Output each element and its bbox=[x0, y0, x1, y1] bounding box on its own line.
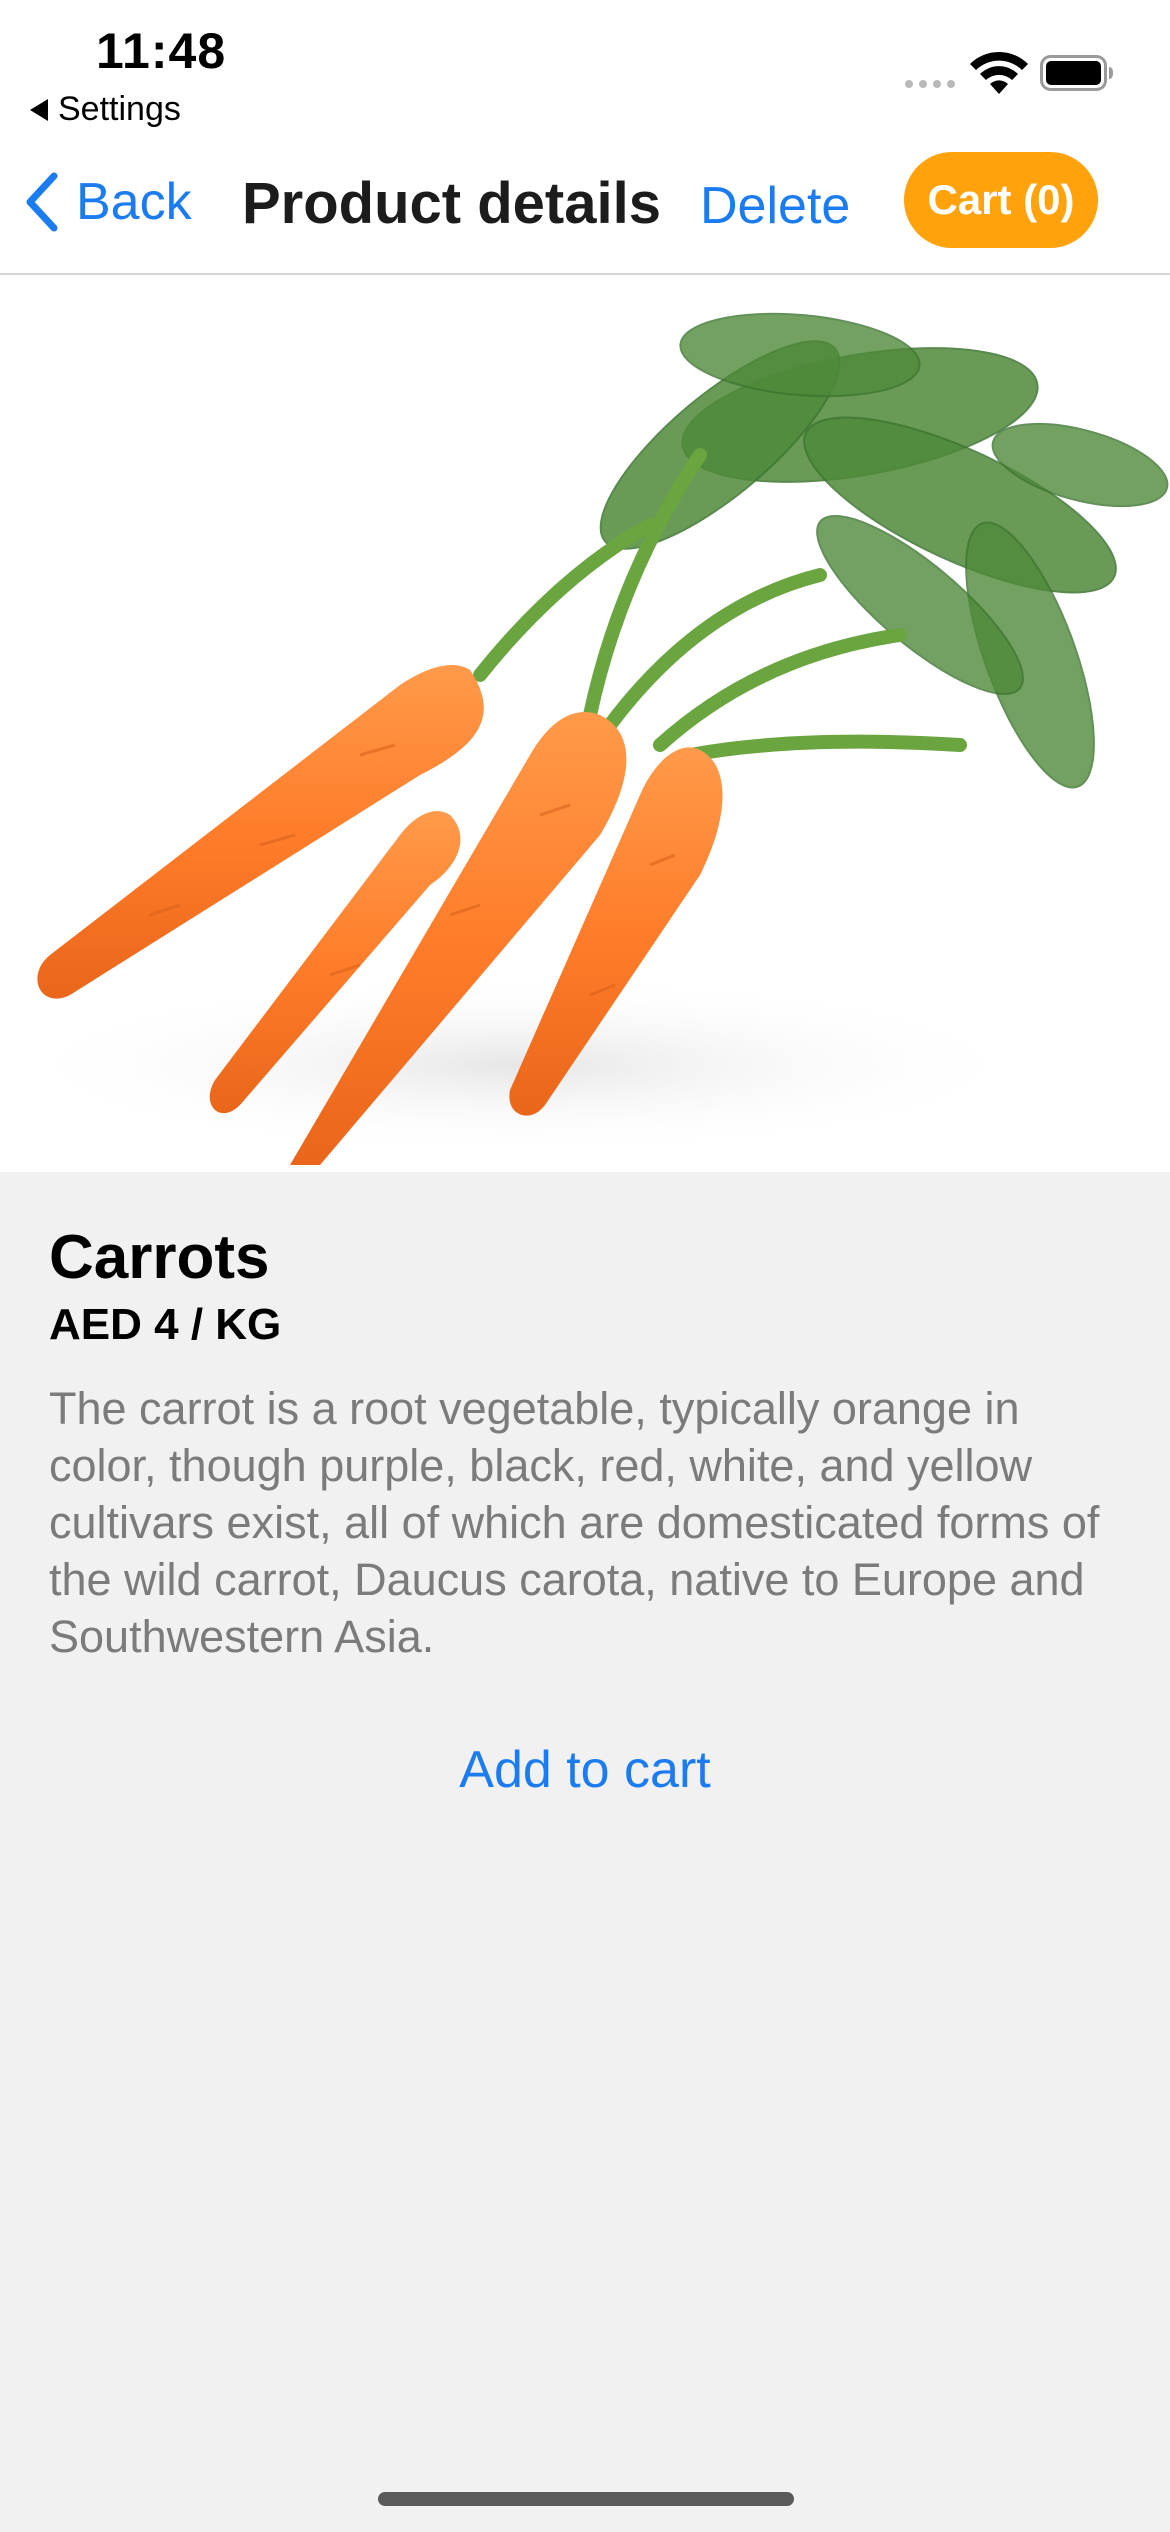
product-name: Carrots bbox=[49, 1223, 270, 1292]
carrots-image bbox=[0, 275, 1170, 1172]
delete-button[interactable]: Delete bbox=[700, 176, 850, 236]
battery-icon bbox=[1040, 55, 1113, 91]
product-details-screen: 11:48 Settings Back Product details Dele… bbox=[0, 0, 1170, 2532]
back-triangle-icon bbox=[30, 98, 48, 121]
page-title: Product details bbox=[242, 171, 661, 236]
product-description: The carrot is a root vegetable, typicall… bbox=[49, 1383, 1100, 1662]
return-app-label: Settings bbox=[58, 90, 181, 128]
chevron-left-icon bbox=[26, 172, 58, 232]
return-to-settings-link[interactable]: Settings bbox=[30, 90, 181, 129]
product-price: AED 4 / KG bbox=[49, 1300, 282, 1349]
status-time: 11:48 bbox=[96, 23, 227, 79]
home-indicator[interactable] bbox=[378, 2492, 794, 2506]
status-bar: 11:48 Settings bbox=[0, 0, 1170, 140]
add-to-cart-button[interactable]: Add to cart bbox=[0, 1740, 1170, 1800]
navigation-bar: Back Product details Delete Cart (0) bbox=[0, 140, 1170, 275]
product-image bbox=[0, 275, 1170, 1172]
back-button[interactable]: Back bbox=[24, 172, 192, 232]
cart-button[interactable]: Cart (0) bbox=[904, 152, 1098, 248]
cellular-signal-icon bbox=[905, 80, 955, 88]
back-button-label: Back bbox=[76, 173, 192, 231]
wifi-icon bbox=[970, 51, 1028, 94]
